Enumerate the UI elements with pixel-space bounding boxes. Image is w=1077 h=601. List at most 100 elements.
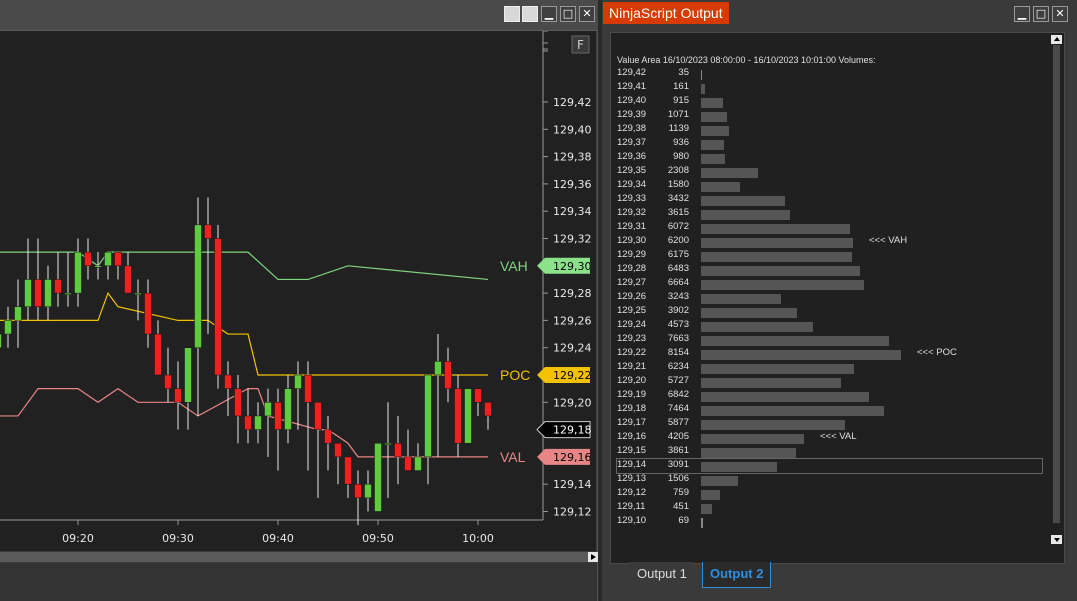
tab-output-2[interactable]: Output 2: [702, 562, 772, 588]
candle-body: [304, 374, 312, 403]
close-button[interactable]: ✕: [579, 6, 595, 22]
output-row[interactable]: 129,37 936: [617, 137, 1042, 151]
candle-body: [364, 483, 372, 499]
row-volume: 69: [678, 515, 689, 526]
output-row[interactable]: 129,15 3861: [617, 445, 1042, 459]
candle-body: [294, 374, 302, 389]
row-volume: 3243: [667, 291, 689, 302]
candle-body: [284, 388, 292, 430]
output-row[interactable]: 129,22 8154 <<< POC: [617, 347, 1042, 361]
maximize-button[interactable]: □: [560, 6, 576, 22]
row-volume: 915: [673, 95, 689, 106]
price-tick-label: 129,28: [553, 287, 592, 300]
tab-output-1[interactable]: Output 1: [630, 562, 694, 588]
chart-horizontal-scrollbar[interactable]: [0, 552, 598, 562]
candle-body: [484, 402, 492, 417]
output-minimize-button[interactable]: ▁: [1014, 6, 1030, 22]
output-row[interactable]: 129,32 3615: [617, 207, 1042, 221]
row-volume: 6664: [667, 277, 689, 288]
output-row[interactable]: 129,23 7663: [617, 333, 1042, 347]
row-marker-label: <<< VAH: [869, 235, 908, 246]
output-row[interactable]: 129,12 759: [617, 487, 1042, 501]
candle-body: [14, 306, 22, 321]
output-row[interactable]: 129,16 4205 <<< VAL: [617, 431, 1042, 445]
volume-bar: [701, 294, 781, 304]
output-row[interactable]: 129,30 6200 <<< VAH: [617, 235, 1042, 249]
candlestick-chart[interactable]: F 129,42 129,40 129,38 129,36 129,34 129,32 129…: [0, 31, 596, 551]
volume-bar: [701, 224, 850, 234]
chart-panel[interactable]: F 129,42 129,40 129,38 129,36 129,34 129,32 129…: [0, 31, 596, 551]
output-row[interactable]: 129,18 7464: [617, 403, 1042, 417]
output-row[interactable]: 129,21 6234: [617, 361, 1042, 375]
output-row[interactable]: 129,34 1580: [617, 179, 1042, 193]
scroll-up-icon[interactable]: [1051, 35, 1062, 44]
row-volume: 7464: [667, 403, 689, 414]
row-volume: 980: [673, 151, 689, 162]
output-row[interactable]: 129,11 451: [617, 501, 1042, 515]
output-row[interactable]: 129,33 3432: [617, 193, 1042, 207]
row-price: 129,23: [617, 333, 647, 344]
volume-bar: [701, 518, 703, 528]
output-maximize-button[interactable]: □: [1033, 6, 1049, 22]
output-row[interactable]: 129,27 6664: [617, 277, 1042, 291]
output-row[interactable]: 129,29 6175: [617, 249, 1042, 263]
candle-body: [84, 251, 92, 267]
row-marker-label: <<< VAL: [820, 431, 857, 442]
output-row[interactable]: 129,19 6842: [617, 389, 1042, 403]
output-row[interactable]: 129,13 1506: [617, 473, 1042, 487]
output-row[interactable]: 129,26 3243: [617, 291, 1042, 305]
candle-body: [24, 279, 32, 307]
scrollbar-thumb[interactable]: [1053, 45, 1060, 523]
output-row[interactable]: 129,24 4573: [617, 319, 1042, 333]
volume-bar: [701, 280, 864, 290]
row-volume: 4205: [667, 431, 689, 442]
candle-body: [64, 292, 72, 295]
candle-body: [454, 388, 462, 444]
tile-icon[interactable]: [522, 6, 538, 22]
volume-bar: [701, 378, 841, 388]
candle-body: [204, 224, 212, 239]
row-price: 129,38: [617, 123, 647, 134]
output-header-line: Value Area 16/10/2023 08:00:00 - 16/10/2…: [617, 55, 876, 65]
chart-bottom-area: [0, 563, 597, 601]
output-row[interactable]: 129,20 5727: [617, 375, 1042, 389]
candle-body: [144, 292, 152, 335]
output-titlebar: NinjaScript Output ▁ □ ✕: [602, 0, 1077, 28]
candle-body: [394, 443, 402, 458]
output-row[interactable]: 129,38 1139: [617, 123, 1042, 137]
candle-body: [234, 388, 242, 417]
volume-bar: [701, 490, 720, 500]
scroll-down-icon[interactable]: [1051, 535, 1062, 544]
candle-body: [414, 456, 422, 471]
output-row[interactable]: 129,31 6072: [617, 221, 1042, 235]
output-row[interactable]: 129,39 1071: [617, 109, 1042, 123]
output-row[interactable]: 129,28 6483: [617, 263, 1042, 277]
output-row[interactable]: 129,36 980: [617, 151, 1042, 165]
candle-body: [314, 402, 322, 430]
output-row[interactable]: 129,10 69: [617, 515, 1042, 529]
row-price: 129,27: [617, 277, 647, 288]
last-price-marker-label: 129,18: [553, 424, 592, 437]
row-price: 129,13: [617, 473, 647, 484]
restore-layout-icon[interactable]: [504, 6, 520, 22]
output-close-button[interactable]: ✕: [1052, 6, 1068, 22]
output-row[interactable]: 129,25 3902: [617, 305, 1042, 319]
output-vertical-scrollbar[interactable]: [1051, 35, 1062, 547]
volume-bar: [701, 252, 852, 262]
candle-body: [134, 292, 142, 295]
output-row[interactable]: 129,35 2308: [617, 165, 1042, 179]
output-row[interactable]: 129,17 5877: [617, 417, 1042, 431]
price-tick-label: 129,12: [553, 506, 592, 519]
row-price: 129,39: [617, 109, 647, 120]
output-row[interactable]: 129,42 35: [617, 67, 1042, 81]
volume-bar: [701, 406, 884, 416]
volume-bar: [701, 322, 813, 332]
minimize-button[interactable]: ▁: [541, 6, 557, 22]
row-marker-label: <<< POC: [917, 347, 957, 358]
output-row[interactable]: 129,41 161: [617, 81, 1042, 95]
output-text-panel[interactable]: Value Area 16/10/2023 08:00:00 - 16/10/2…: [610, 32, 1065, 564]
scroll-right-icon[interactable]: [588, 552, 598, 562]
output-row[interactable]: 129,40 915: [617, 95, 1042, 109]
output-row[interactable]: 129,14 3091: [616, 458, 1043, 474]
candle-body: [264, 402, 272, 417]
